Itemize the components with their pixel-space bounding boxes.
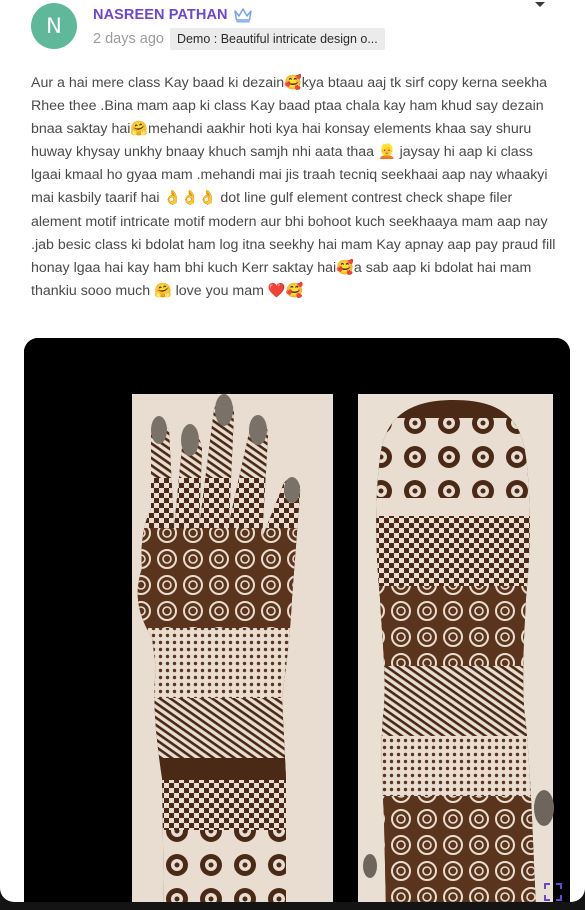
course-tag[interactable]: Demo : Beautiful intricate design o... [169, 28, 385, 50]
crown-icon [233, 8, 252, 23]
expand-icon[interactable] [543, 882, 563, 902]
attachment-image[interactable] [24, 338, 570, 902]
author-name[interactable]: NASREEN PATHAN [93, 7, 228, 23]
post-meta: 2 days ago Demo : Beautiful intricate de… [93, 28, 385, 50]
avatar[interactable]: N [31, 3, 77, 49]
timestamp: 2 days ago [93, 31, 164, 47]
bottom-bar [0, 902, 585, 910]
chevron-down-icon[interactable] [532, 0, 548, 10]
author-row: NASREEN PATHAN [93, 7, 253, 23]
henna-photo [24, 338, 570, 902]
comment-card: N NASREEN PATHAN 2 days ago Demo : Beaut… [0, 0, 585, 902]
comment-text: Aur a hai mere class Kay baad ki dezain🥰… [31, 75, 556, 299]
